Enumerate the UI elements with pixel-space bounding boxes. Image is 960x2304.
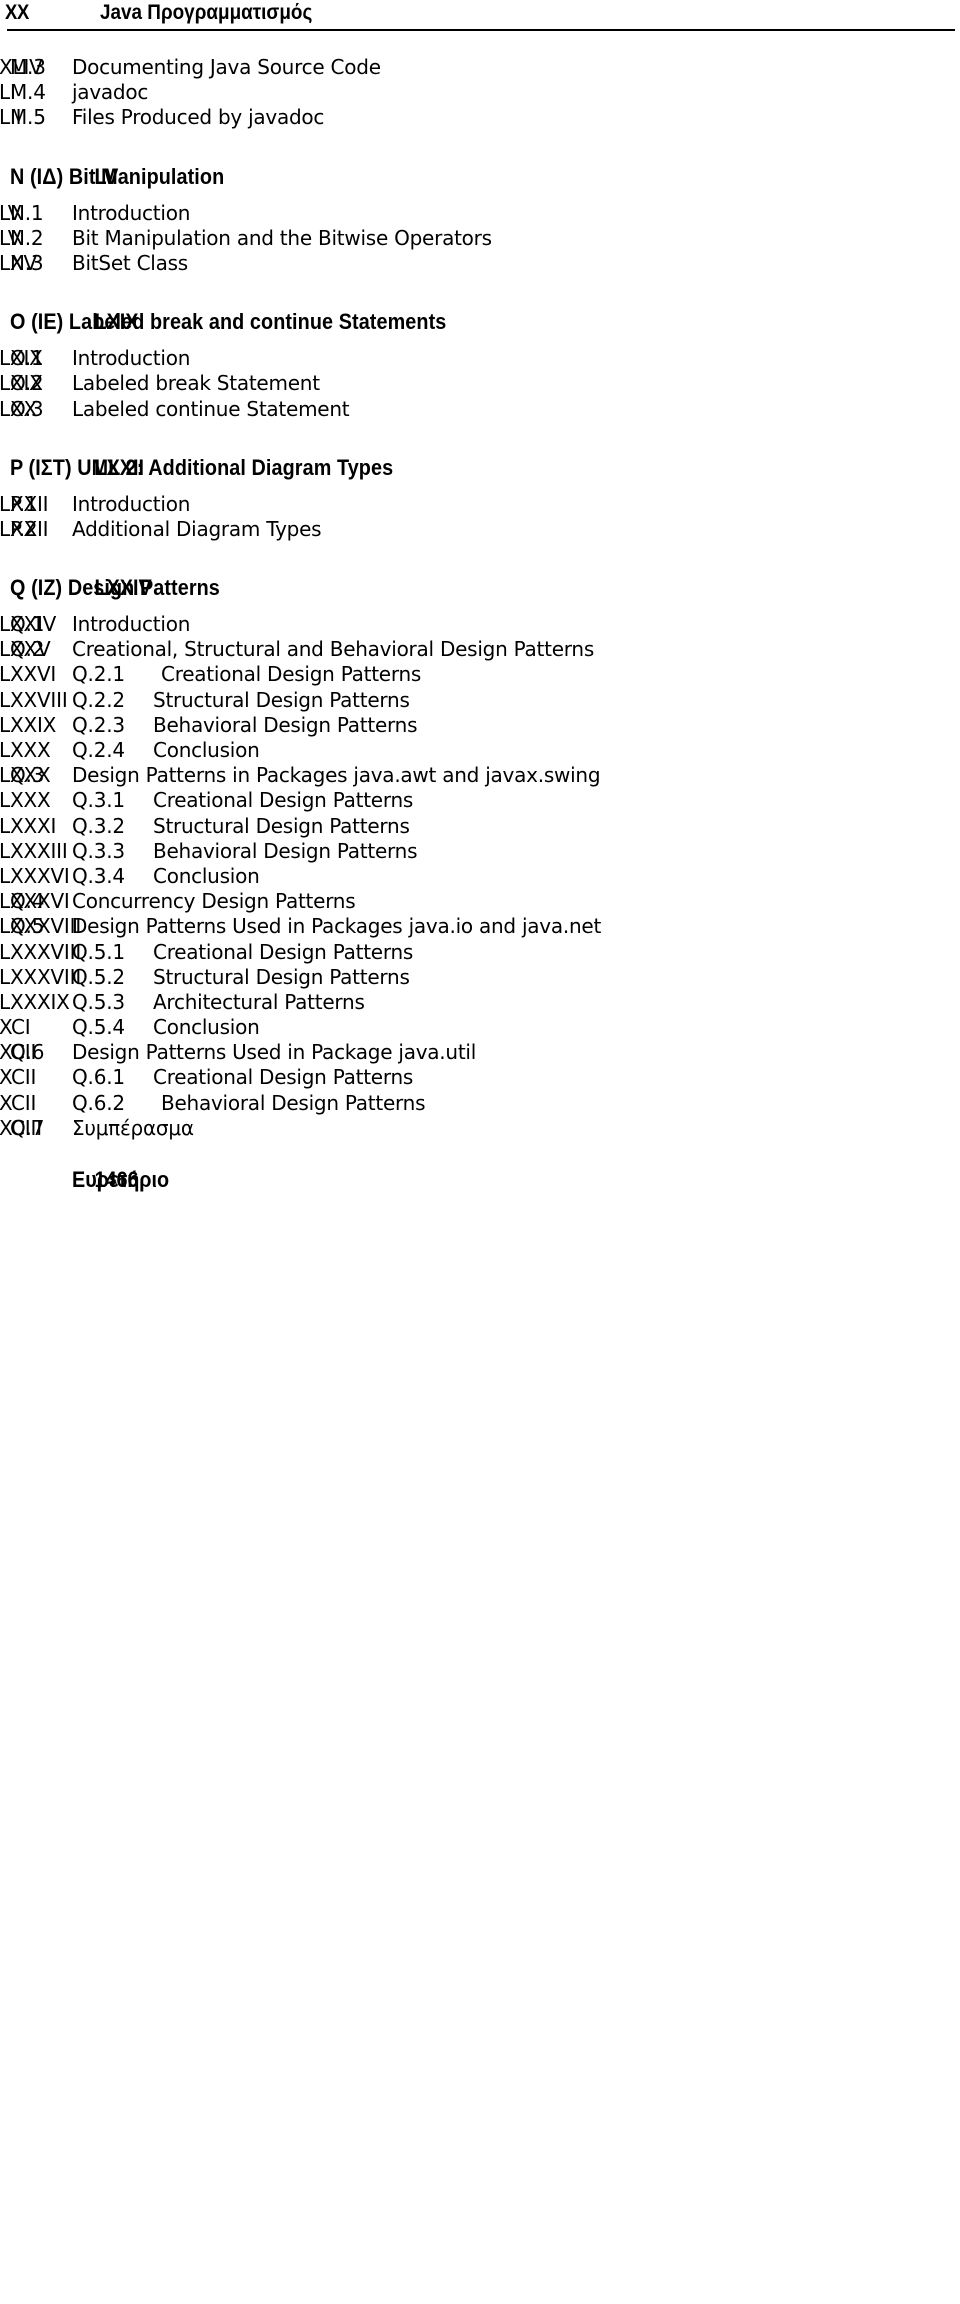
toc-subentry-row[interactable]: Q.3.2 Structural Design Patterns LXXXI: [0, 814, 957, 839]
index-row[interactable]: Ευρετήριο 1466: [5, 1165, 957, 1194]
running-header: XX Java Προγραμματισμός: [5, 0, 957, 31]
toc-entry-row[interactable]: N.3 BitSet Class LXV: [0, 251, 957, 276]
toc-subentry-row[interactable]: Q.5.3 Architectural Patterns LXXXIX: [0, 990, 957, 1015]
toc-entry-row[interactable]: P.2 Additional Diagram Types LXXII: [0, 517, 957, 542]
index-page-number: 1466: [94, 1167, 139, 1192]
header-rule: [7, 29, 955, 31]
toc-entry-row[interactable]: O.1 Introduction LXIX: [0, 346, 957, 371]
toc-entry-row[interactable]: M.3 Documenting Java Source Code XLIV: [0, 55, 957, 80]
toc-subentry-row[interactable]: Q.3.4 Conclusion LXXXVI: [0, 864, 957, 889]
toc-subentry-row[interactable]: Q.6.1 Creational Design Patterns XCII: [0, 1065, 957, 1090]
toc-entry-row[interactable]: Q.4 Concurrency Design Patterns LXXXVI: [0, 889, 957, 914]
appendix-heading-row[interactable]: Q (ΙΖ) Design Patterns LXXIV: [5, 573, 957, 602]
toc-entry-row[interactable]: N.2 Bit Manipulation and the Bitwise Oper…: [0, 226, 957, 251]
toc-subentry-row[interactable]: Q.2.4 Conclusion LXXX: [0, 738, 957, 763]
toc-page: XX Java Προγραμματισμός M.3 Documenting J…: [0, 0, 960, 1192]
toc-entry-row[interactable]: O.2 Labeled break Statement LXIX: [0, 371, 957, 396]
appendix-heading-row[interactable]: P (ΙΣΤ) UML 2: Additional Diagram Types L…: [5, 453, 957, 482]
toc-entry-row[interactable]: M.4 javadoc LI: [0, 80, 957, 105]
toc-subentry-row[interactable]: Q.3.3 Behavioral Design Patterns LXXXIII: [0, 839, 957, 864]
toc-subentry-row[interactable]: Q.5.2 Structural Design Patterns LXXXVIII: [0, 965, 957, 990]
appendix-heading-row[interactable]: O (ΙΕ) Labeled break and continue Statem…: [5, 307, 957, 336]
book-title: Java Προγραμματισμός: [100, 1, 313, 24]
toc-entry-row[interactable]: N.1 Introduction LV: [0, 201, 957, 226]
page-folio: XX: [5, 1, 30, 24]
appendix-heading-row[interactable]: N (ΙΔ) Bit Manipulation LV: [5, 162, 957, 191]
toc-entry-row[interactable]: Q.1 Introduction LXXIV: [0, 612, 957, 637]
toc-entry-row[interactable]: Q.5 Design Patterns Used in Packages java…: [0, 914, 957, 939]
toc-subentry-row[interactable]: Q.2.3 Behavioral Design Patterns LXXIX: [0, 713, 957, 738]
toc-entry-row[interactable]: M.5 Files Produced by javadoc LII: [0, 105, 957, 130]
toc-entry-row[interactable]: P.1 Introduction LXXII: [0, 492, 957, 517]
toc-entry-row[interactable]: Q.6 Design Patterns Used in Package java.…: [0, 1040, 957, 1065]
toc-subentry-row[interactable]: Q.2.1 Creational Design Patterns LXXVI: [0, 662, 957, 687]
table-of-contents: M.3 Documenting Java Source Code XLIV M.4 ja…: [0, 55, 957, 1141]
toc-subentry-row[interactable]: Q.2.2 Structural Design Patterns LXXVIII: [0, 688, 957, 713]
toc-subentry-row[interactable]: Q.6.2 Behavioral Design Patterns XCII: [0, 1091, 957, 1116]
toc-subentry-row[interactable]: Q.3.1 Creational Design Patterns LXXX: [0, 788, 957, 813]
toc-entry-row[interactable]: Q.7 Συμπέρασμα XCIII: [0, 1116, 957, 1141]
toc-entry-row[interactable]: Q.3 Design Patterns in Packages java.awt …: [0, 763, 957, 788]
toc-subentry-row[interactable]: Q.5.4 Conclusion XCI: [0, 1015, 957, 1040]
toc-entry-row[interactable]: O.3 Labeled continue Statement LXX: [0, 397, 957, 422]
toc-subentry-row[interactable]: Q.5.1 Creational Design Patterns LXXXVIII: [0, 940, 957, 965]
toc-entry-row[interactable]: Q.2 Creational, Structural and Behavioral…: [0, 637, 957, 662]
